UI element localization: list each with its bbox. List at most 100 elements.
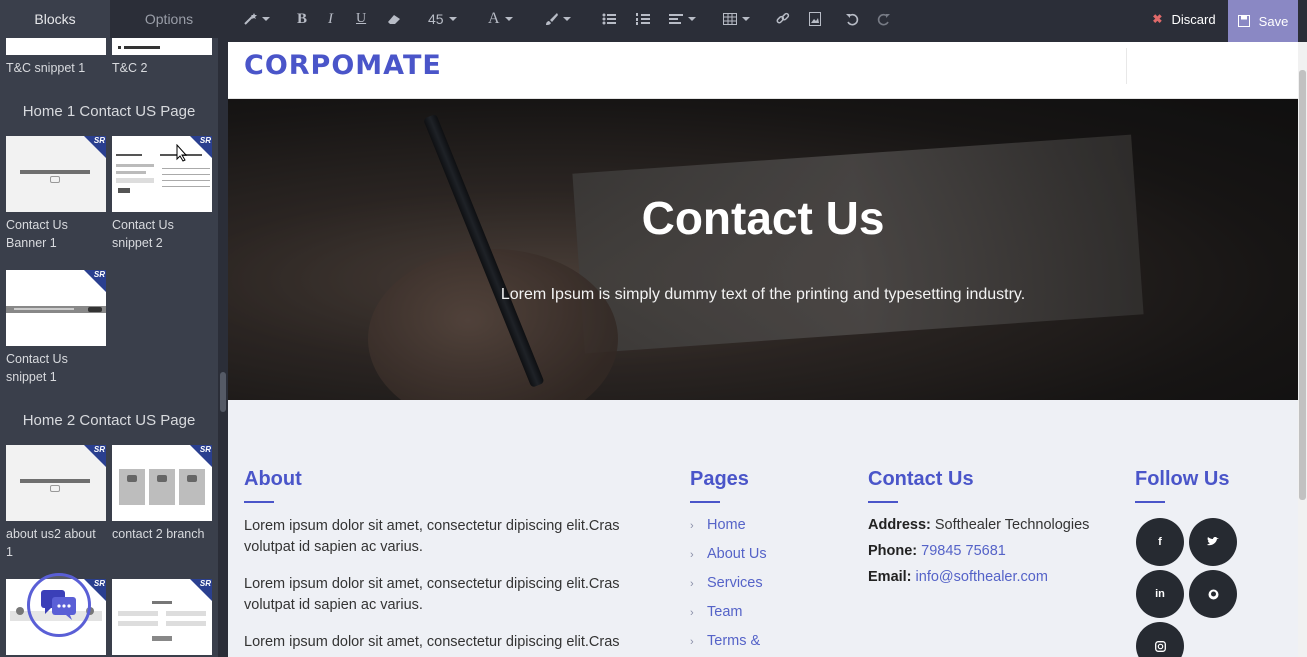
sidebar-scroll-thumb[interactable] [220, 372, 226, 412]
sr-badge: SR [93, 579, 105, 588]
heading-underline [244, 501, 274, 503]
contact-phone[interactable]: Phone: 79845 75681 [868, 543, 1006, 559]
link-icon[interactable] [776, 0, 790, 38]
about-paragraph[interactable]: Lorem ipsum dolor sit amet, consectetur … [244, 632, 664, 653]
font-size-dropdown[interactable]: 45 [428, 0, 457, 38]
footer-link-home[interactable]: › Home [690, 517, 746, 533]
site-header: CORPOMATE [228, 42, 1298, 99]
eraser-icon[interactable] [387, 0, 401, 38]
contact-email[interactable]: Email: info@softhealer.com [868, 569, 1048, 585]
about-heading[interactable]: About [244, 468, 302, 491]
snippet-block[interactable]: SR contact 2 branch [112, 445, 212, 543]
chevron-right-icon: › [690, 520, 694, 532]
snippet-block[interactable]: SR Contact Us Banner 1 [6, 136, 106, 252]
pages-heading[interactable]: Pages [690, 468, 749, 491]
tab-blocks[interactable]: Blocks [0, 0, 110, 38]
bold-icon[interactable]: B [297, 0, 307, 38]
hero-title[interactable]: Contact Us [228, 191, 1298, 245]
about-paragraph[interactable]: Lorem ipsum dolor sit amet, consectetur … [244, 516, 664, 558]
discard-label: Discard [1171, 11, 1216, 27]
paint-brush-icon [546, 13, 558, 25]
save-label: Save [1258, 13, 1289, 29]
hero-banner[interactable]: Contact Us Lorem Ipsum is simply dummy t… [228, 99, 1298, 400]
align-left-icon [669, 14, 683, 24]
chevron-right-icon: › [690, 636, 694, 648]
bullet-list-icon[interactable] [602, 0, 616, 38]
snippet-block[interactable]: T&C 2 [112, 38, 212, 77]
chat-icon [41, 590, 76, 620]
mouse-cursor-icon [176, 144, 188, 162]
snippet-thumbnail: SR [112, 579, 212, 655]
sr-badge: SR [199, 445, 211, 454]
save-icon [1237, 15, 1250, 27]
hero-subtitle[interactable]: Lorem Ipsum is simply dummy text of the … [228, 286, 1298, 304]
header-divider [1126, 48, 1127, 84]
facebook-icon[interactable]: f [1136, 518, 1184, 566]
undo-icon[interactable] [845, 0, 859, 38]
footer-link-about-us[interactable]: › About Us [690, 546, 767, 562]
snippet-block[interactable]: SR [112, 579, 212, 655]
chevron-right-icon: › [690, 578, 694, 590]
snippet-label: T&C snippet 1 [6, 61, 86, 75]
github-icon[interactable] [1189, 570, 1237, 618]
redo-icon[interactable] [877, 0, 891, 38]
snippet-thumbnail [112, 38, 212, 55]
chevron-right-icon: › [690, 607, 694, 619]
chat-widget-button[interactable] [27, 573, 91, 637]
section-heading: Home 2 Contact US Page [22, 412, 196, 429]
close-icon: ✖ [1152, 12, 1163, 26]
snippet-thumbnail: SR [6, 445, 106, 521]
about-paragraph[interactable]: Lorem ipsum dolor sit amet, consectetur … [244, 574, 664, 616]
snippet-thumbnail: SR [6, 270, 106, 346]
footer-link-services[interactable]: › Services [690, 575, 763, 591]
contact-address[interactable]: Address: Softhealer Technologies [868, 517, 1089, 533]
phone-link[interactable]: 79845 75681 [921, 543, 1006, 559]
twitter-icon[interactable] [1189, 518, 1237, 566]
canvas-scroll-thumb[interactable] [1299, 70, 1306, 500]
sr-badge: SR [199, 136, 211, 145]
magic-wand-icon [244, 13, 257, 25]
page-canvas: CORPOMATE Contact Us Lorem Ipsum is simp… [228, 42, 1298, 657]
chevron-right-icon: › [690, 549, 694, 561]
snippet-thumbnail: SR [6, 136, 106, 212]
font-color-dropdown[interactable]: A [488, 0, 513, 38]
table-dropdown[interactable] [723, 0, 750, 38]
font-color-icon: A [488, 10, 500, 27]
footer-link-team[interactable]: › Team [690, 604, 742, 620]
tab-options[interactable]: Options [110, 0, 228, 38]
email-link[interactable]: info@softhealer.com [916, 569, 1048, 585]
follow-heading[interactable]: Follow Us [1135, 468, 1229, 491]
section-heading: Home 1 Contact US Page [22, 103, 196, 120]
magic-wand-dropdown[interactable] [243, 0, 270, 38]
background-color-dropdown[interactable] [544, 0, 571, 38]
save-button[interactable]: Save [1228, 0, 1298, 42]
footer-section: About Lorem ipsum dolor sit amet, consec… [228, 400, 1298, 657]
sidebar-scrollbar[interactable] [218, 42, 228, 657]
heading-underline [868, 501, 898, 503]
italic-icon[interactable]: I [328, 0, 333, 38]
align-dropdown[interactable] [669, 0, 696, 38]
snippet-block[interactable]: T&C snippet 1 [6, 38, 106, 77]
snippet-label: contact 2 branch [112, 527, 205, 541]
snippet-label: Contact Us Banner 1 [6, 218, 68, 250]
editor-toolbar: Blocks Options B I U 45 A ✖ Discard Save [0, 0, 1307, 42]
snippet-thumbnail: SR [112, 445, 212, 521]
underline-icon[interactable]: U [356, 0, 366, 38]
discard-button[interactable]: ✖ Discard [1140, 0, 1228, 38]
image-icon[interactable] [809, 0, 821, 38]
instagram-icon[interactable] [1136, 622, 1184, 657]
snippet-block[interactable]: SR about us2 about 1 [6, 445, 106, 561]
sr-badge: SR [93, 136, 105, 145]
snippet-block[interactable]: SR Contact Us snippet 1 [6, 270, 106, 386]
heading-underline [690, 501, 720, 503]
canvas-scrollbar[interactable] [1298, 42, 1307, 657]
numbered-list-icon[interactable] [636, 0, 650, 38]
snippet-label: Contact Us snippet 1 [6, 352, 68, 384]
footer-link-terms[interactable]: › Terms & [690, 633, 760, 649]
snippet-thumbnail [6, 38, 106, 55]
site-logo[interactable]: CORPOMATE [244, 50, 442, 81]
linkedin-icon[interactable]: in [1136, 570, 1184, 618]
contact-heading[interactable]: Contact Us [868, 468, 974, 491]
snippet-block[interactable]: SR Contact Us snippet 2 [112, 136, 212, 252]
font-size-value: 45 [428, 11, 444, 27]
